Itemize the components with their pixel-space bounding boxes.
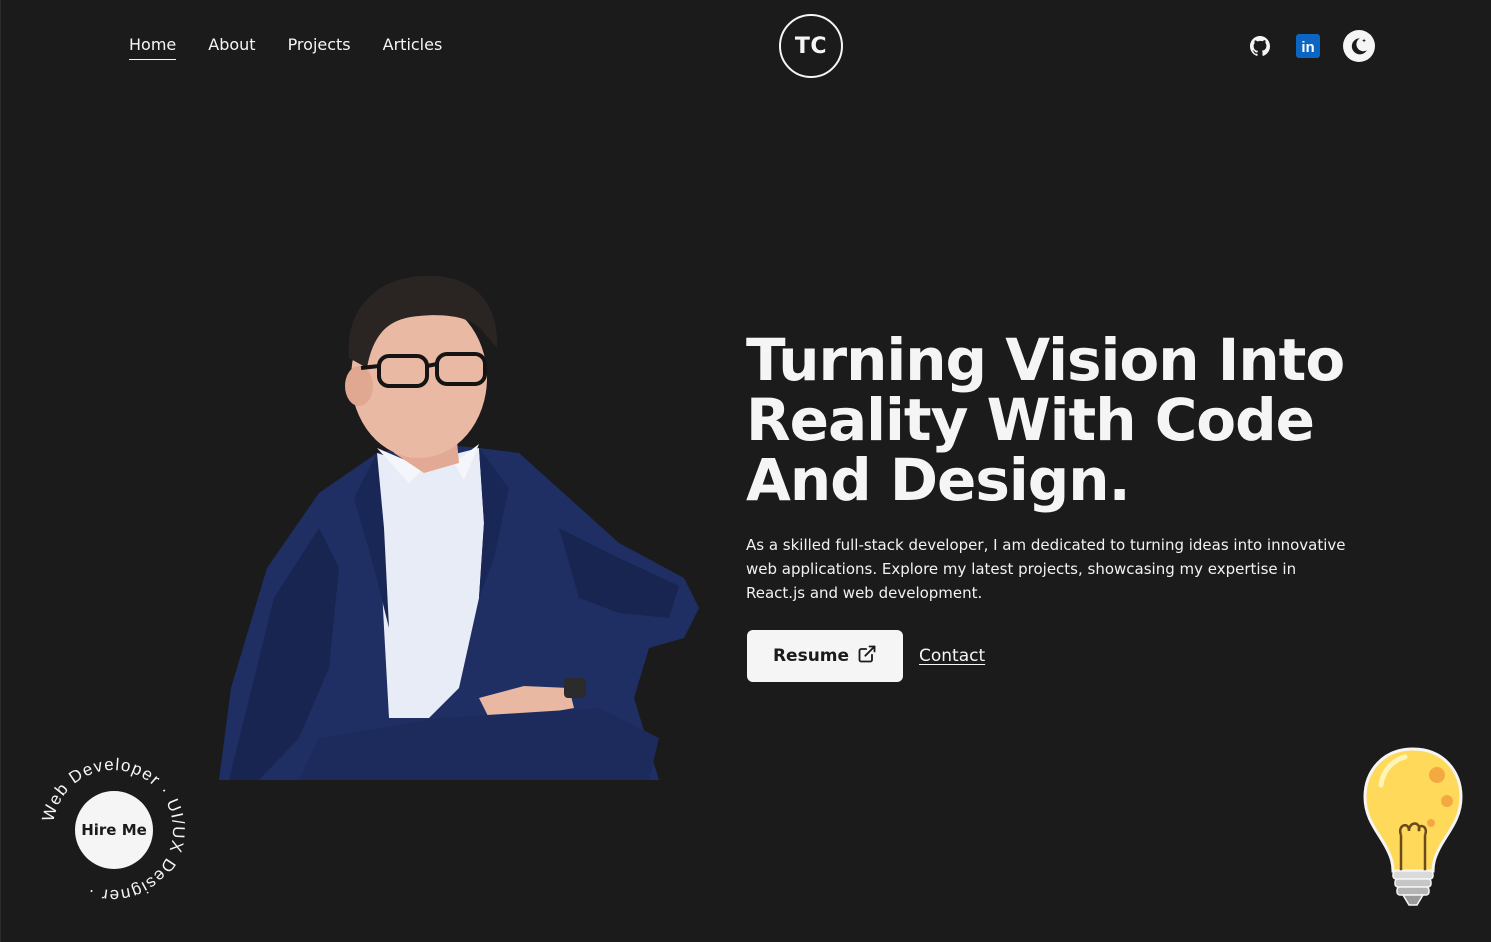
nav-link-about[interactable]: About: [208, 34, 255, 60]
hire-me-badge: Web Developer · UI/UX Designer · Hire Me: [35, 755, 191, 905]
linkedin-glyph: in: [1301, 39, 1314, 56]
lightbulb-icon: [1361, 745, 1465, 910]
profile-portrait: [179, 268, 703, 780]
hire-me-button[interactable]: Hire Me: [75, 791, 153, 869]
resume-button[interactable]: Resume: [747, 630, 903, 682]
hire-me-label: Hire Me: [81, 821, 147, 839]
resume-label: Resume: [772, 646, 850, 666]
nav-link-projects[interactable]: Projects: [288, 34, 351, 60]
github-icon[interactable]: [1247, 33, 1273, 59]
logo-text: TC: [794, 33, 828, 59]
social-links: in: [1247, 30, 1375, 62]
linkedin-icon[interactable]: in: [1295, 33, 1321, 59]
hero-intro: As a skilled full-stack developer, I am …: [746, 536, 1346, 602]
contact-link[interactable]: Contact: [919, 646, 985, 666]
main-nav: Home About Projects Articles: [129, 34, 442, 60]
site-logo[interactable]: TC: [779, 14, 843, 78]
theme-toggle-moon-icon[interactable]: [1343, 30, 1375, 62]
hero-headline: Turning Vision Into Reality With Code An…: [746, 326, 1345, 514]
nav-link-home[interactable]: Home: [129, 34, 177, 60]
nav-link-articles[interactable]: Articles: [383, 34, 443, 60]
hero-actions: Resume Contact: [747, 630, 985, 682]
page: Home About Projects Articles TC in Turni…: [0, 0, 1491, 942]
external-link-icon: [857, 644, 877, 669]
